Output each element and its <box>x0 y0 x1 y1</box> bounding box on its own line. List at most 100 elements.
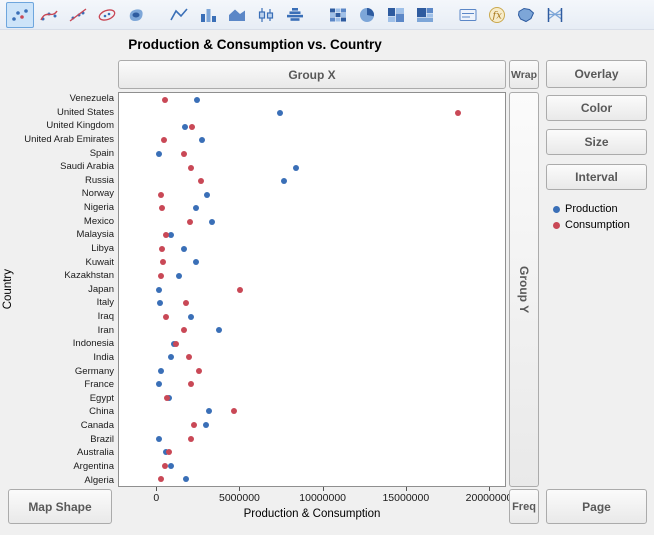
tool-mosaic-icon[interactable] <box>382 2 410 28</box>
tool-line-icon[interactable] <box>165 2 193 28</box>
data-point-production[interactable] <box>193 259 199 265</box>
tool-formula-icon[interactable]: fx <box>483 2 511 28</box>
data-point-production[interactable] <box>204 192 210 198</box>
data-point-consumption[interactable] <box>159 246 165 252</box>
data-point-consumption[interactable] <box>188 165 194 171</box>
data-point-production[interactable] <box>156 436 162 442</box>
data-point-production[interactable] <box>157 300 163 306</box>
data-point-production[interactable] <box>203 422 209 428</box>
data-point-production[interactable] <box>193 205 199 211</box>
data-point-consumption[interactable] <box>161 137 167 143</box>
tool-contour-icon[interactable] <box>122 2 150 28</box>
data-point-consumption[interactable] <box>160 259 166 265</box>
tool-treemap-icon[interactable] <box>411 2 439 28</box>
tool-box-plot-icon[interactable] <box>252 2 280 28</box>
data-point-production[interactable] <box>293 165 299 171</box>
data-point-consumption[interactable] <box>188 436 194 442</box>
dropzone-group-y[interactable]: Group Y <box>509 92 539 487</box>
legend-item[interactable]: Consumption <box>553 217 630 233</box>
data-point-production[interactable] <box>156 151 162 157</box>
data-point-production[interactable] <box>188 314 194 320</box>
data-point-consumption[interactable] <box>188 381 194 387</box>
data-point-production[interactable] <box>156 381 162 387</box>
y-tick-label: Spain <box>16 147 114 161</box>
dropzone-freq[interactable]: Freq <box>509 489 539 524</box>
dropzone-wrap[interactable]: Wrap <box>509 60 539 89</box>
data-point-consumption[interactable] <box>158 476 164 482</box>
tool-points-icon[interactable] <box>6 2 34 28</box>
data-point-consumption[interactable] <box>231 408 237 414</box>
data-point-production[interactable] <box>206 408 212 414</box>
tool-histogram-icon[interactable] <box>281 2 309 28</box>
data-point-consumption[interactable] <box>186 354 192 360</box>
data-point-consumption[interactable] <box>187 219 193 225</box>
data-point-production[interactable] <box>209 219 215 225</box>
data-point-consumption[interactable] <box>158 273 164 279</box>
y-axis-labels: VenezuelaUnited StatesUnited KingdomUnit… <box>16 92 114 487</box>
y-tick-label: Libya <box>16 242 114 256</box>
tool-map-shapes-icon[interactable] <box>512 2 540 28</box>
data-point-production[interactable] <box>176 273 182 279</box>
data-point-production[interactable] <box>156 287 162 293</box>
x-tick-label: 15000000 <box>382 492 429 504</box>
y-tick-label: Iran <box>16 324 114 338</box>
tool-line-of-fit-icon[interactable] <box>64 2 92 28</box>
tool-bar-icon[interactable] <box>194 2 222 28</box>
dropzone-color-label: Color <box>581 101 612 115</box>
chart-title: Production & Consumption vs. Country <box>0 37 510 52</box>
dropzone-page[interactable]: Page <box>546 489 647 524</box>
data-point-production[interactable] <box>216 327 222 333</box>
data-point-production[interactable] <box>168 354 174 360</box>
tool-parallel-plot-icon[interactable] <box>541 2 569 28</box>
dropzone-interval[interactable]: Interval <box>546 164 647 190</box>
data-point-consumption[interactable] <box>198 178 204 184</box>
x-tick-label: 10000000 <box>299 492 346 504</box>
data-point-production[interactable] <box>182 124 188 130</box>
data-point-consumption[interactable] <box>163 314 169 320</box>
data-point-production[interactable] <box>181 246 187 252</box>
data-point-production[interactable] <box>194 97 200 103</box>
data-point-consumption[interactable] <box>159 205 165 211</box>
data-point-production[interactable] <box>183 476 189 482</box>
y-tick-label: China <box>16 405 114 419</box>
data-point-consumption[interactable] <box>166 449 172 455</box>
legend-item[interactable]: Production <box>553 201 630 217</box>
dropzone-size[interactable]: Size <box>546 129 647 155</box>
data-point-production[interactable] <box>277 110 283 116</box>
data-point-consumption[interactable] <box>181 327 187 333</box>
data-point-production[interactable] <box>158 368 164 374</box>
data-point-consumption[interactable] <box>163 232 169 238</box>
data-point-consumption[interactable] <box>181 151 187 157</box>
dropzone-overlay-label: Overlay <box>574 67 618 81</box>
data-point-consumption[interactable] <box>162 463 168 469</box>
data-point-consumption[interactable] <box>173 341 179 347</box>
y-axis-title-label: Country <box>2 269 14 309</box>
legend-label: Consumption <box>565 219 630 231</box>
tool-caption-box-icon[interactable] <box>454 2 482 28</box>
data-point-consumption[interactable] <box>196 368 202 374</box>
tool-smoother-icon[interactable] <box>35 2 63 28</box>
data-point-consumption[interactable] <box>189 124 195 130</box>
data-point-consumption[interactable] <box>183 300 189 306</box>
data-point-consumption[interactable] <box>191 422 197 428</box>
dropzone-wrap-label: Wrap <box>511 69 537 81</box>
data-point-production[interactable] <box>199 137 205 143</box>
plot-area[interactable] <box>118 92 506 487</box>
data-point-consumption[interactable] <box>158 192 164 198</box>
data-point-consumption[interactable] <box>162 97 168 103</box>
dropzone-color[interactable]: Color <box>546 95 647 121</box>
dropzone-group-x[interactable]: Group X <box>118 60 506 89</box>
dropzone-map-shape[interactable]: Map Shape <box>8 489 112 524</box>
data-point-consumption[interactable] <box>237 287 243 293</box>
data-point-production[interactable] <box>281 178 287 184</box>
tool-pie-icon[interactable] <box>353 2 381 28</box>
data-point-production[interactable] <box>168 463 174 469</box>
data-point-consumption[interactable] <box>455 110 461 116</box>
tool-ellipse-icon[interactable] <box>93 2 121 28</box>
tool-heatmap-icon[interactable] <box>324 2 352 28</box>
y-tick-label: Kuwait <box>16 256 114 270</box>
dropzone-overlay[interactable]: Overlay <box>546 60 647 88</box>
y-tick-label: Indonesia <box>16 337 114 351</box>
data-point-consumption[interactable] <box>164 395 170 401</box>
tool-area-icon[interactable] <box>223 2 251 28</box>
